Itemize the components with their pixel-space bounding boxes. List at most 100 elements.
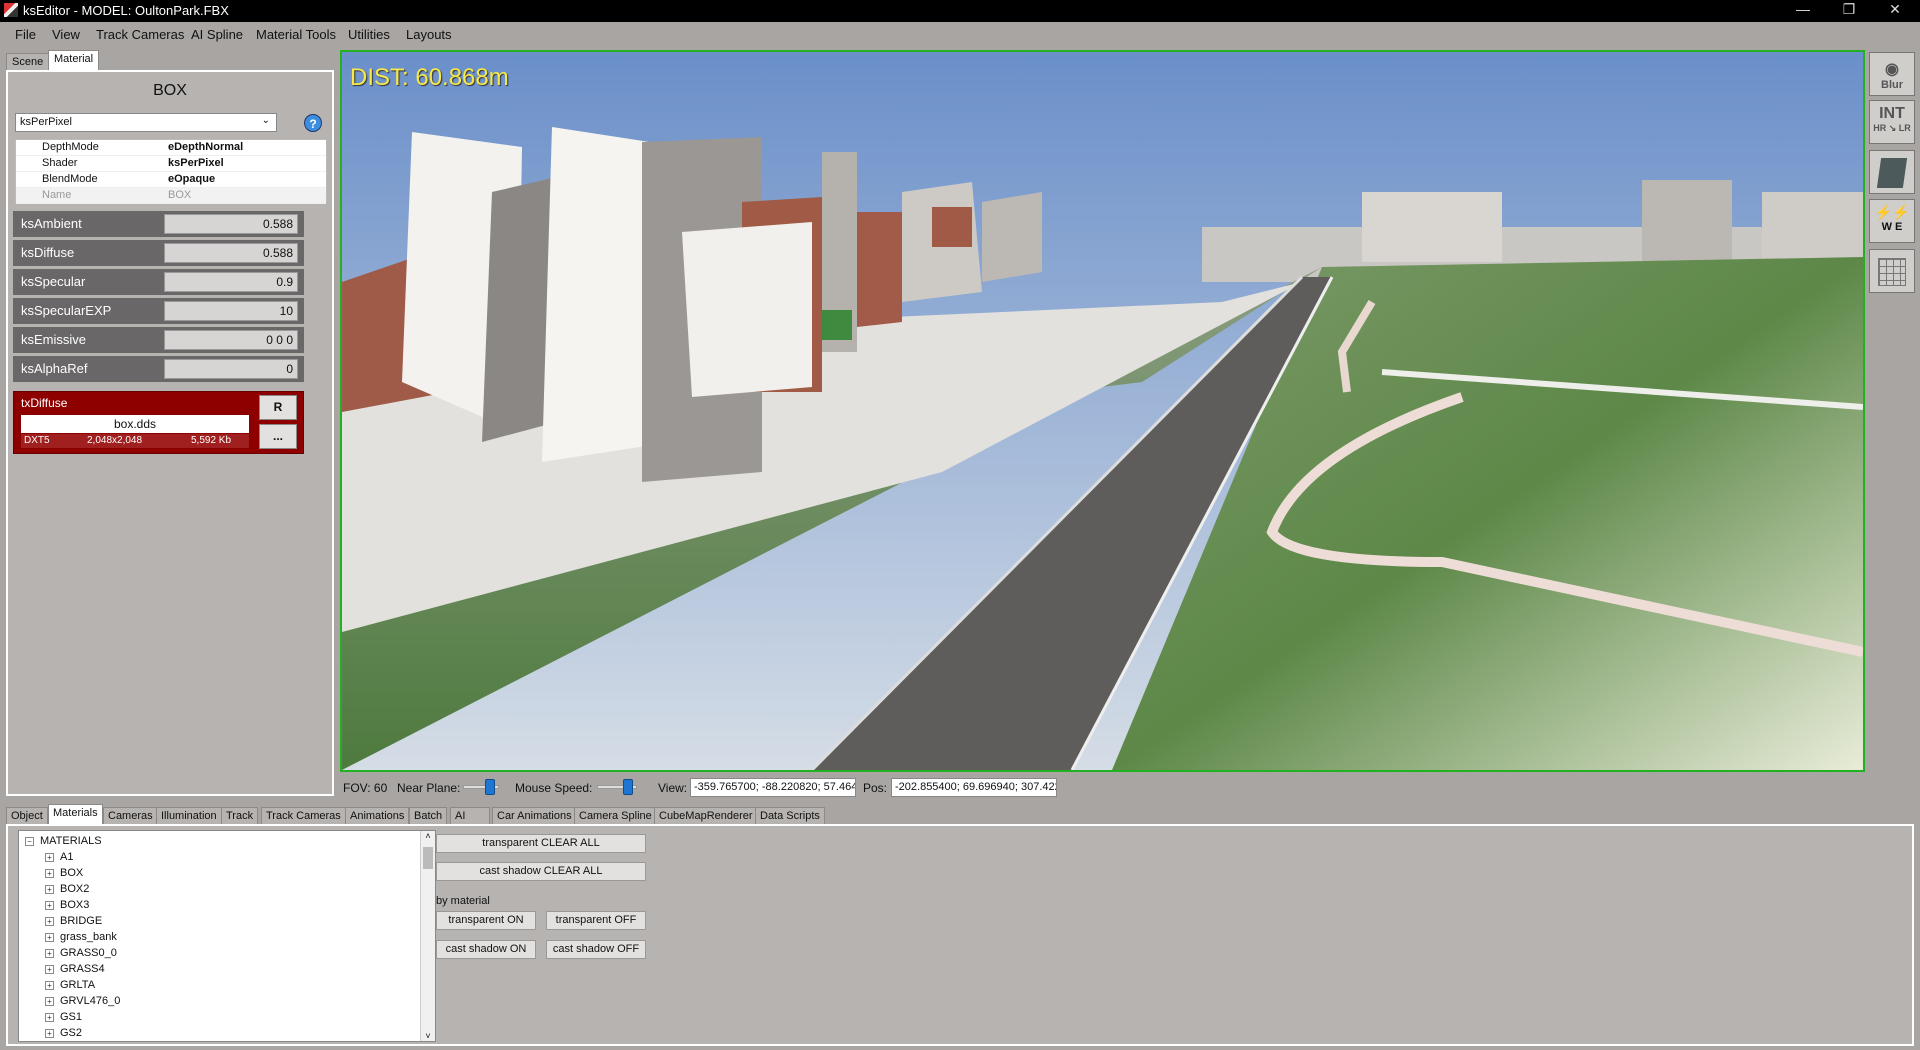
tab-track-cameras[interactable]: Track Cameras bbox=[261, 807, 346, 824]
tree-item[interactable]: + GRLTA bbox=[45, 979, 95, 991]
view-input[interactable]: -359.765700; -88.220820; 57.464 bbox=[690, 778, 856, 797]
menu-file[interactable]: File bbox=[15, 27, 36, 42]
tree-item-label: grass_bank bbox=[60, 931, 117, 943]
tree-item[interactable]: + GRASS0_0 bbox=[45, 947, 117, 959]
param-value-input[interactable]: 0.588 bbox=[164, 214, 298, 234]
scroll-up-icon[interactable]: ˄ bbox=[421, 831, 435, 841]
transparent-clear-all-button[interactable]: transparent CLEAR ALL bbox=[436, 834, 646, 853]
expand-icon[interactable]: + bbox=[45, 916, 54, 926]
expand-icon[interactable]: + bbox=[45, 948, 54, 958]
expand-icon[interactable]: + bbox=[45, 964, 54, 974]
menu-ai-spline[interactable]: AI Spline bbox=[191, 27, 243, 42]
transparent-on-button[interactable]: transparent ON bbox=[436, 911, 536, 930]
tree-item[interactable]: + GRASS4 bbox=[45, 963, 105, 975]
expand-icon[interactable]: + bbox=[45, 996, 54, 1006]
scrollbar-thumb[interactable] bbox=[423, 847, 433, 869]
tree-item[interactable]: + GRVL476_0 bbox=[45, 995, 120, 1007]
transparent-off-button[interactable]: transparent OFF bbox=[546, 911, 646, 930]
collapse-icon[interactable]: − bbox=[25, 836, 34, 846]
grid-toggle[interactable] bbox=[1869, 249, 1915, 293]
shader-select[interactable]: ksPerPixel ⌄ bbox=[15, 113, 277, 132]
tab-animations[interactable]: Animations bbox=[345, 807, 410, 824]
property-value[interactable]: ksPerPixel bbox=[168, 157, 224, 169]
tab-materials[interactable]: Materials bbox=[48, 804, 103, 824]
minimize-button[interactable]: — bbox=[1788, 1, 1818, 17]
tree-item[interactable]: + BRIDGE bbox=[45, 915, 102, 927]
expand-icon[interactable]: + bbox=[45, 932, 54, 942]
mouse-speed-slider[interactable] bbox=[597, 779, 637, 795]
param-value-input[interactable]: 0 0 0 bbox=[164, 330, 298, 350]
expand-icon[interactable]: + bbox=[45, 900, 54, 910]
expand-icon[interactable]: + bbox=[45, 1012, 54, 1022]
expand-icon[interactable]: + bbox=[45, 980, 54, 990]
tree-item[interactable]: + BOX3 bbox=[45, 899, 89, 911]
slider-knob[interactable] bbox=[623, 779, 633, 795]
tab-cubemaprenderer[interactable]: CubeMapRenderer bbox=[654, 807, 758, 824]
param-value-input[interactable]: 0 bbox=[164, 359, 298, 379]
property-key: BlendMode bbox=[42, 173, 98, 185]
cast-shadow-clear-all-button[interactable]: cast shadow CLEAR ALL bbox=[436, 862, 646, 881]
tab-track[interactable]: Track bbox=[221, 807, 259, 824]
restore-button[interactable]: ❐ bbox=[1834, 1, 1864, 18]
tab-car-animations[interactable]: Car Animations bbox=[492, 807, 577, 824]
texture-reset-button[interactable]: R bbox=[259, 395, 297, 420]
tree-scrollbar[interactable]: ˄ ˅ bbox=[420, 831, 435, 1041]
pos-input[interactable]: -202.855400; 69.696940; 307.422 bbox=[891, 778, 1057, 797]
cast-shadow-on-button[interactable]: cast shadow ON bbox=[436, 940, 536, 959]
tab-material[interactable]: Material bbox=[48, 50, 100, 70]
param-value-input[interactable]: 10 bbox=[164, 301, 298, 321]
tab-batch[interactable]: Batch bbox=[409, 807, 448, 824]
scroll-down-icon[interactable]: ˅ bbox=[421, 1031, 435, 1041]
materials-tree[interactable]: − MATERIALS + A1 + BOX + BOX2 + BOX3 + BRIDGE … bbox=[18, 830, 436, 1042]
tree-item[interactable]: + BOX2 bbox=[45, 883, 89, 895]
texture-filesize: 5,592 Kb bbox=[191, 435, 232, 446]
tree-item-label: A1 bbox=[60, 851, 74, 863]
tree-root[interactable]: − MATERIALS bbox=[25, 835, 102, 847]
tree-item[interactable]: + BOX bbox=[45, 867, 83, 879]
texture-browse-button[interactable]: ... bbox=[259, 424, 297, 449]
int-toggle[interactable]: INT HR ↘ LR bbox=[1869, 100, 1915, 144]
tab-data-scripts[interactable]: Data Scripts bbox=[755, 807, 825, 824]
close-button[interactable]: ✕ bbox=[1880, 1, 1910, 18]
property-value[interactable]: eOpaque bbox=[168, 173, 215, 185]
help-icon[interactable]: ? bbox=[304, 114, 322, 132]
tree-item[interactable]: + GS2 bbox=[45, 1027, 82, 1039]
menu-material-tools[interactable]: Material Tools bbox=[256, 27, 336, 42]
expand-icon[interactable]: + bbox=[45, 868, 54, 878]
expand-icon[interactable]: + bbox=[45, 884, 54, 894]
glass-toggle[interactable] bbox=[1869, 150, 1915, 194]
param-value-input[interactable]: 0.9 bbox=[164, 272, 298, 292]
tab-ai[interactable]: AI bbox=[450, 807, 490, 824]
property-value[interactable]: eDepthNormal bbox=[168, 141, 243, 153]
3d-viewport[interactable]: DIST: 60.868m bbox=[340, 50, 1865, 772]
expand-icon[interactable]: + bbox=[45, 852, 54, 862]
expand-icon[interactable]: + bbox=[45, 1028, 54, 1038]
param-label: ksEmissive bbox=[21, 332, 87, 347]
tree-item[interactable]: + grass_bank bbox=[45, 931, 117, 943]
menu-layouts[interactable]: Layouts bbox=[406, 27, 452, 42]
property-row: DepthMode eDepthNormal bbox=[16, 140, 326, 156]
menu-utilities[interactable]: Utilities bbox=[348, 27, 390, 42]
param-label: ksSpecularEXP bbox=[21, 303, 112, 318]
tab-scene[interactable]: Scene bbox=[6, 53, 50, 70]
param-row: ksEmissive 0 0 0 bbox=[13, 327, 304, 353]
cast-shadow-off-button[interactable]: cast shadow OFF bbox=[546, 940, 646, 959]
menu-view[interactable]: View bbox=[52, 27, 80, 42]
tab-illumination[interactable]: Illumination bbox=[156, 807, 222, 824]
blur-toggle[interactable]: ◉ Blur bbox=[1869, 52, 1915, 96]
tab-cameras[interactable]: Cameras bbox=[103, 807, 158, 824]
near-plane-slider[interactable] bbox=[463, 779, 499, 795]
tree-item[interactable]: + A1 bbox=[45, 851, 73, 863]
texture-filename[interactable]: box.dds bbox=[21, 415, 249, 433]
tab-object[interactable]: Object bbox=[6, 807, 48, 824]
texture-label: txDiffuse bbox=[21, 396, 68, 410]
hr-lr-icon: HR ↘ LR bbox=[1873, 123, 1911, 133]
tab-camera-spline[interactable]: Camera Spline bbox=[574, 807, 657, 824]
weather-toggle[interactable]: ⚡⚡ W E bbox=[1869, 199, 1915, 243]
menu-track-cameras[interactable]: Track Cameras bbox=[96, 27, 184, 42]
tree-item-label: BOX3 bbox=[60, 899, 90, 911]
tree-item[interactable]: + GS1 bbox=[45, 1011, 82, 1023]
window-glass-icon bbox=[1876, 158, 1908, 188]
param-value-input[interactable]: 0.588 bbox=[164, 243, 298, 263]
slider-knob[interactable] bbox=[485, 779, 495, 795]
